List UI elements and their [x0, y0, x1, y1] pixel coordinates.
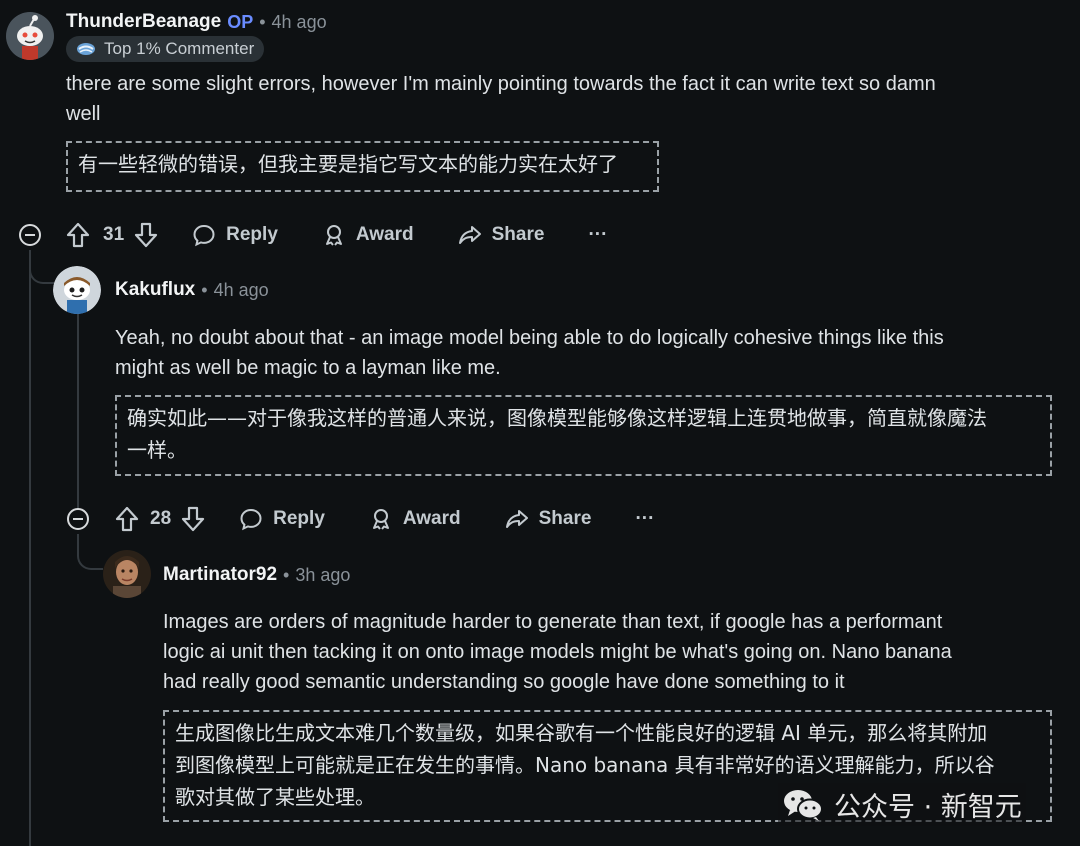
award-label: Award [355, 224, 414, 245]
comment-time: 4h ago [271, 11, 327, 32]
comment-body-line: might as well be magic to a layman like … [115, 357, 501, 379]
award-button[interactable]: Award [369, 507, 461, 531]
separator: • [259, 11, 266, 32]
translation-line: 到图像模型上可能就是正在发生的事情。Nano banana 具有非常好的语义理解… [175, 753, 995, 777]
reply-button[interactable]: Reply [192, 223, 278, 247]
share-button[interactable]: Share [505, 507, 592, 531]
downvote-icon[interactable] [181, 506, 205, 532]
translation-line: 一样。 [127, 438, 187, 462]
comment-time: 3h ago [295, 564, 351, 585]
more-options-icon: ··· [588, 224, 608, 245]
comment-body: Images are orders of magnitude harder to… [163, 607, 1063, 697]
snoo-avatar-icon [53, 266, 101, 314]
separator: • [201, 279, 208, 300]
comment-time: 4h ago [213, 279, 269, 300]
reply-label: Reply [273, 508, 325, 529]
avatar[interactable] [103, 550, 151, 598]
comment-author[interactable]: Kakuflux [115, 279, 195, 301]
thread-line-main [29, 250, 31, 846]
thread-connector [77, 534, 103, 570]
vote-count: 28 [150, 508, 172, 529]
snoo-avatar-icon [6, 12, 54, 60]
translation-line: 生成图像比生成文本难几个数量级，如果谷歌有一个性能良好的逻辑 AI 单元，那么将… [175, 721, 988, 745]
reply-label: Reply [226, 224, 278, 245]
comment-body: Yeah, no doubt about that - an image mod… [115, 323, 1060, 383]
upvote-icon[interactable] [115, 506, 139, 532]
downvote-icon[interactable] [134, 222, 158, 248]
photo-avatar-icon [103, 550, 151, 598]
translation-text: 有一些轻微的错误，但我主要是指它写文本的能力实在太好了 [78, 152, 618, 176]
share-label: Share [491, 224, 545, 245]
comment-body-line: logic ai unit then tacking it on onto im… [163, 641, 952, 663]
comment-actions: 31 Reply Award Share ··· [66, 218, 607, 252]
share-icon [505, 510, 528, 528]
share-label: Share [538, 508, 592, 529]
avatar[interactable] [6, 12, 54, 60]
comment-body-line: Images are orders of magnitude harder to… [163, 611, 943, 633]
translation-box: 有一些轻微的错误，但我主要是指它写文本的能力实在太好了 [66, 141, 659, 192]
comment-body-line: had really good semantic understanding s… [163, 671, 845, 693]
share-button[interactable]: Share [458, 223, 545, 247]
thread-line-nested [77, 312, 79, 510]
reply-icon [240, 508, 262, 531]
op-label: OP [227, 11, 254, 32]
award-label: Award [402, 508, 461, 529]
award-icon [372, 509, 389, 530]
award-button[interactable]: Award [322, 223, 414, 247]
badge-icon [77, 43, 95, 55]
more-options-button[interactable]: ··· [635, 508, 654, 530]
watermark: 公众号 · 新智元 [778, 783, 1026, 826]
more-options-button[interactable]: ··· [588, 224, 607, 246]
avatar[interactable] [53, 266, 101, 314]
comment-body-line: there are some slight errors, however I'… [66, 73, 936, 95]
reply-icon [193, 224, 215, 247]
comment-body-line: Yeah, no doubt about that - an image mod… [115, 327, 944, 349]
commenter-badge: Top 1% Commenter [66, 36, 265, 62]
comment-author[interactable]: Martinator92 [163, 564, 277, 586]
vote-count: 31 [103, 224, 125, 245]
share-icon [458, 226, 481, 244]
translation-box: 确实如此——对于像我这样的普通人来说，图像模型能够像这样逻辑上连贯地做事，简直就… [115, 395, 1052, 476]
wechat-icon [784, 789, 823, 821]
badge-label: Top 1% Commenter [104, 39, 255, 58]
upvote-icon[interactable] [66, 222, 90, 248]
more-options-icon: ··· [635, 508, 655, 529]
award-icon [325, 225, 342, 246]
comment-body-line: well [66, 103, 101, 125]
watermark-text: 公众号 · 新智元 [834, 792, 1022, 823]
reply-button[interactable]: Reply [239, 507, 325, 531]
comment-author[interactable]: ThunderBeanage [66, 11, 221, 33]
comment-actions: 28 Reply Award Share ··· [115, 502, 654, 536]
comment-body: there are some slight errors, however I'… [66, 69, 1056, 129]
collapse-thread-button[interactable] [19, 224, 41, 246]
collapse-thread-button[interactable] [67, 508, 89, 530]
thread-connector [29, 250, 55, 284]
translation-line: 确实如此——对于像我这样的普通人来说，图像模型能够像这样逻辑上连贯地做事，简直就… [127, 406, 987, 430]
separator: • [283, 564, 290, 585]
